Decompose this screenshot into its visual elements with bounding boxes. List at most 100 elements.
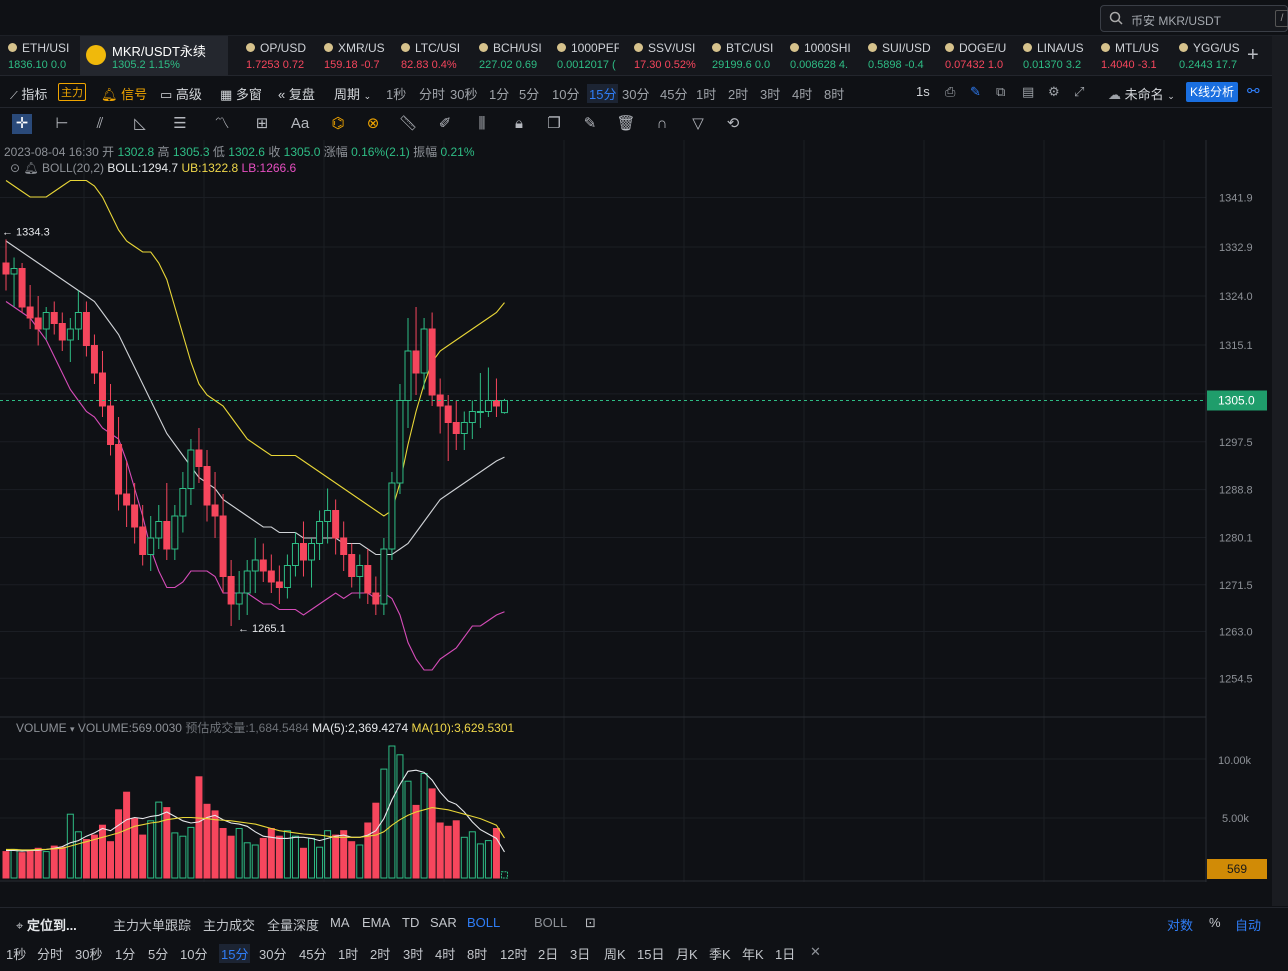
- auto-scale-toggle[interactable]: 自动: [1235, 915, 1261, 934]
- indicator-option[interactable]: MA: [330, 915, 350, 930]
- main-force-tag[interactable]: 主力: [58, 83, 86, 101]
- period-option[interactable]: 4时: [435, 944, 455, 963]
- candle-icon[interactable]: ⫼: [472, 114, 492, 134]
- period-option[interactable]: 2日: [538, 944, 558, 963]
- ticker-tab[interactable]: 1000PEF 0.0012017 (: [557, 36, 619, 76]
- hline-icon[interactable]: ⊢: [52, 114, 72, 134]
- period-option[interactable]: 10分: [552, 84, 579, 103]
- fullscreen-icon[interactable]: ⤢: [1074, 84, 1084, 100]
- period-option[interactable]: 1时: [338, 944, 358, 963]
- period-option[interactable]: 10分: [180, 944, 207, 963]
- period-option[interactable]: 3时: [403, 944, 423, 963]
- brush-icon[interactable]: ✐: [435, 114, 455, 134]
- period-option[interactable]: 5分: [519, 84, 539, 103]
- fib-icon[interactable]: ⌬: [328, 114, 348, 134]
- locate-button[interactable]: ⌖ 定位到...: [16, 915, 77, 934]
- indicator-option[interactable]: BOLL: [534, 915, 567, 930]
- period-option[interactable]: 分时: [419, 84, 445, 103]
- edit-indicator-icon[interactable]: ⊡: [585, 915, 596, 931]
- parallel-icon[interactable]: ☰: [170, 114, 190, 134]
- period-option[interactable]: 分时: [37, 944, 63, 963]
- indicator-option[interactable]: 主力成交: [203, 915, 255, 934]
- add-tab-icon[interactable]: +: [1247, 44, 1259, 67]
- signal-button[interactable]: 🔔︎ 信号: [101, 84, 147, 103]
- replay-button[interactable]: « 复盘: [278, 84, 315, 103]
- period-option[interactable]: 1秒: [6, 944, 26, 963]
- indicator-option[interactable]: SAR: [430, 915, 457, 930]
- period-option[interactable]: 1秒: [386, 84, 406, 103]
- indicator-option[interactable]: 主力大单跟踪: [113, 915, 191, 934]
- indicator-option[interactable]: EMA: [362, 915, 390, 930]
- crosshair-icon[interactable]: ✛: [12, 114, 32, 134]
- ticker-tab[interactable]: SSV/USI 17.30 0.52%: [634, 36, 698, 76]
- close-icon[interactable]: ✕: [810, 944, 821, 960]
- ticker-tab[interactable]: MTL/US 1.4040 -3.1: [1101, 36, 1165, 76]
- volume-name[interactable]: VOLUME: [16, 721, 67, 735]
- collapse-icon[interactable]: ⊙: [10, 161, 20, 175]
- period-option[interactable]: 45分: [299, 944, 326, 963]
- ticker-tab[interactable]: SUI/USD 0.5898 -0.4: [868, 36, 932, 76]
- period-option[interactable]: 15分: [587, 84, 619, 103]
- kline-analysis-button[interactable]: K线分析: [1186, 82, 1238, 102]
- magnet-icon[interactable]: ∩: [652, 114, 672, 134]
- wave-icon[interactable]: 〽: [212, 114, 232, 134]
- sync-icon[interactable]: ⟲: [723, 114, 743, 134]
- ticker-tab[interactable]: DOGE/U 0.07432 1.0: [945, 36, 1009, 76]
- filter-icon[interactable]: ▽: [688, 114, 708, 134]
- period-option[interactable]: 4时: [792, 84, 812, 103]
- bell-icon[interactable]: 🔔︎: [23, 161, 38, 175]
- share-icon[interactable]: ⚯: [1247, 82, 1260, 100]
- period-dropdown[interactable]: 周期 ⌄: [334, 84, 371, 103]
- period-option[interactable]: 12时: [500, 944, 527, 963]
- percent-scale-toggle[interactable]: %: [1209, 915, 1221, 930]
- period-option[interactable]: 2时: [370, 944, 390, 963]
- period-option[interactable]: 15分: [219, 944, 251, 963]
- indicator-option[interactable]: BOLL: [467, 915, 500, 930]
- period-option[interactable]: 季K: [709, 944, 731, 963]
- search-box[interactable]: 币安 MKR/USDT /: [1100, 5, 1288, 32]
- ruler-icon[interactable]: 📏︎: [398, 114, 418, 134]
- period-option[interactable]: 15日: [637, 944, 664, 963]
- period-option[interactable]: 5分: [148, 944, 168, 963]
- boll-name[interactable]: BOLL(20,2): [42, 161, 104, 175]
- period-option[interactable]: 周K: [604, 944, 626, 963]
- period-option[interactable]: 30秒: [75, 944, 102, 963]
- ticker-tab[interactable]: YGG/US 0.2443 17.7: [1179, 36, 1243, 76]
- triangle-icon[interactable]: ◺: [130, 114, 150, 134]
- cloud-save-button[interactable]: ☁ 未命名 ⌄: [1108, 84, 1175, 103]
- ticker-tab[interactable]: BTC/USI 29199.6 0.0: [712, 36, 776, 76]
- ticker-tab[interactable]: MKR/USDT永续 1305.2 1.15%: [80, 36, 228, 76]
- ticker-tab[interactable]: XMR/US 159.18 -0.7: [324, 36, 388, 76]
- pen-icon[interactable]: ✎: [970, 84, 981, 100]
- gann-icon[interactable]: ⊗: [363, 114, 383, 134]
- price-chart[interactable]: ← 1334.3 ← 1265.1 1341.9 1332.9 1324.0 1315.…: [0, 140, 1272, 882]
- ticker-tab[interactable]: LINA/US 0.01370 3.2: [1023, 36, 1087, 76]
- period-option[interactable]: 30分: [259, 944, 286, 963]
- period-option[interactable]: 月K: [676, 944, 698, 963]
- camera-icon[interactable]: ⎙: [945, 84, 955, 100]
- settings-icon[interactable]: ⚙: [1048, 84, 1060, 100]
- period-option[interactable]: 1时: [696, 84, 716, 103]
- ticker-tab[interactable]: LTC/USI 82.83 0.4%: [401, 36, 465, 76]
- period-option[interactable]: 30秒: [450, 84, 477, 103]
- right-scrollbar[interactable]: [1272, 36, 1288, 906]
- indicator-option[interactable]: 全量深度: [267, 915, 319, 934]
- trend-lines-icon[interactable]: ⫽: [90, 114, 110, 134]
- period-option[interactable]: 30分: [622, 84, 649, 103]
- period-option[interactable]: 1分: [115, 944, 135, 963]
- trash-icon[interactable]: 🗑︎: [616, 114, 636, 134]
- period-option[interactable]: 3时: [760, 84, 780, 103]
- layout-icon[interactable]: ▤: [1022, 84, 1034, 100]
- period-option[interactable]: 2时: [728, 84, 748, 103]
- indicator-option[interactable]: TD: [402, 915, 419, 930]
- window-icon[interactable]: ⧉: [996, 84, 1005, 100]
- lock-icon[interactable]: 🔒︎: [509, 114, 529, 134]
- rect-icon[interactable]: ⊞: [252, 114, 272, 134]
- ticker-tab[interactable]: OP/USD 1.7253 0.72: [246, 36, 310, 76]
- ticker-tab[interactable]: BCH/USI 227.02 0.69: [479, 36, 543, 76]
- ticker-tab[interactable]: 1000SHI 0.008628 4.: [790, 36, 854, 76]
- interval-readout[interactable]: 1s: [916, 84, 930, 99]
- chart-edit-icon[interactable]: ✎: [580, 114, 600, 134]
- multi-window-button[interactable]: ▦ 多窗: [220, 84, 262, 103]
- advanced-button[interactable]: ▭ 高级: [160, 84, 202, 103]
